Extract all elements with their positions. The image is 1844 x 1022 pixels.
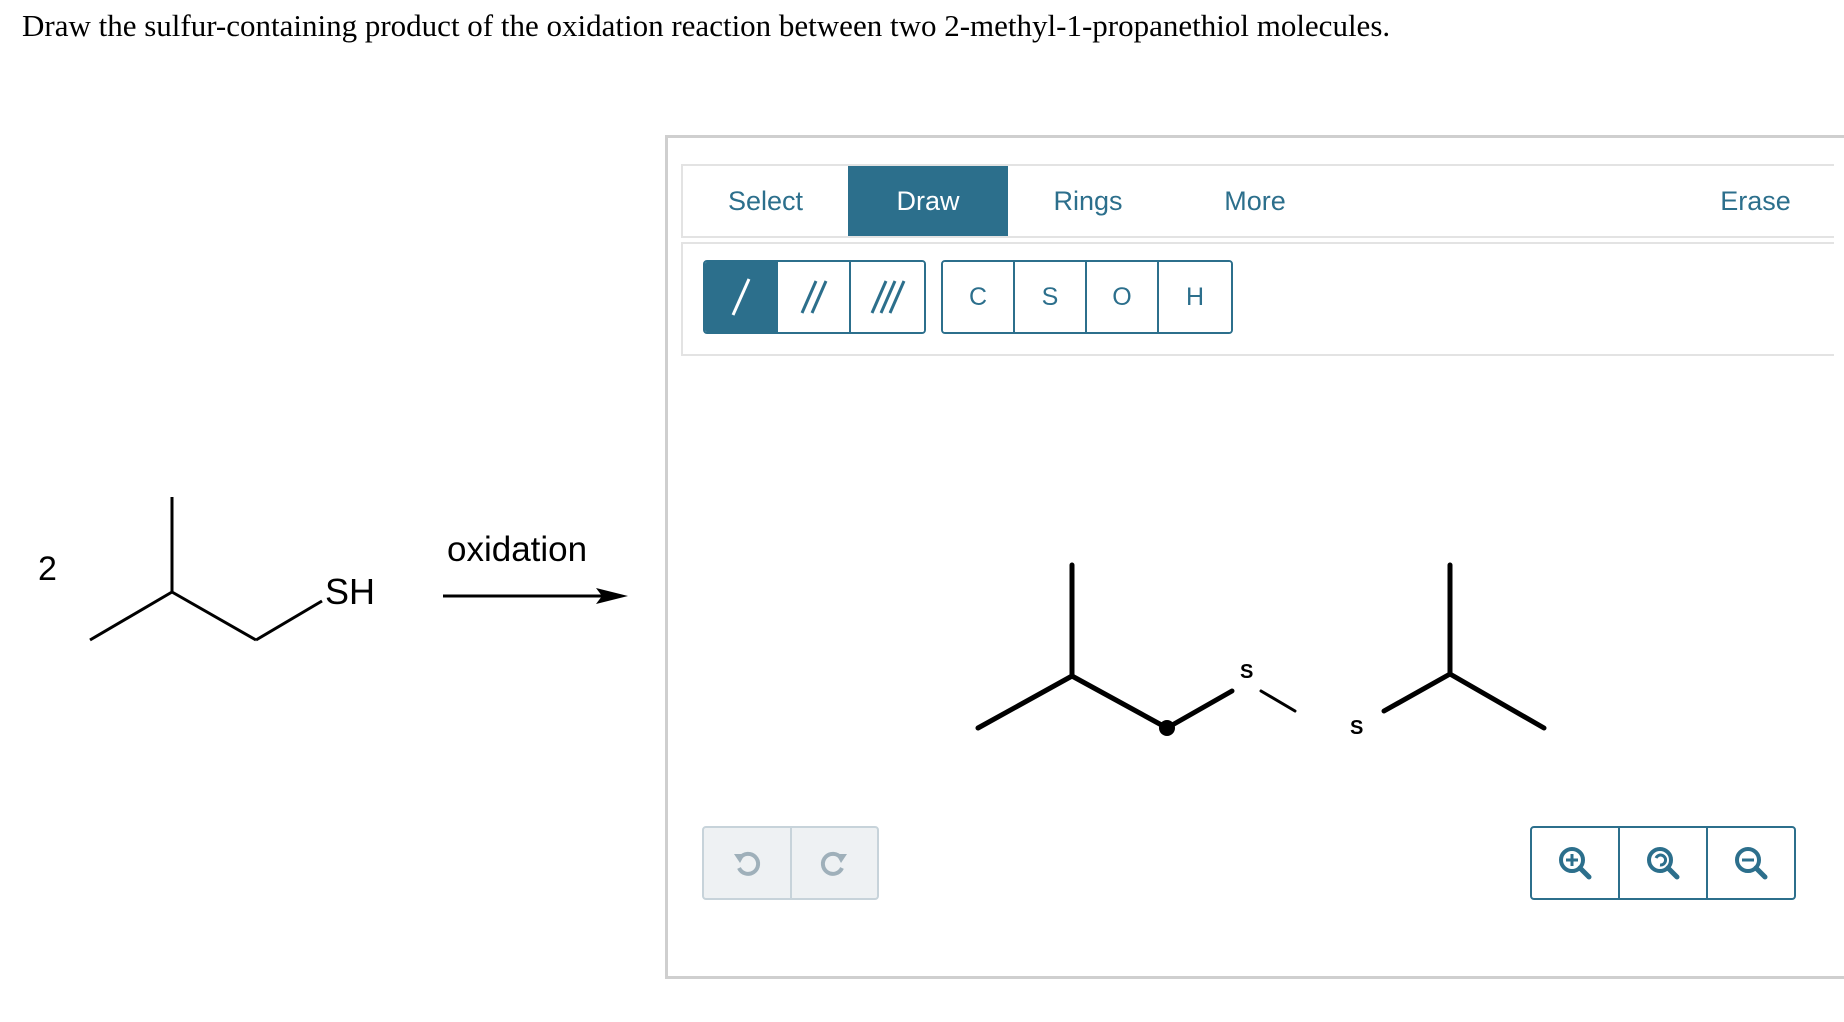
reactant-scheme: 2 SH oxidation — [38, 497, 628, 642]
zoom-reset-button[interactable] — [1620, 828, 1708, 898]
structure-editor: Select Draw Rings More Erase C S O H S S — [665, 135, 1844, 979]
history-controls — [702, 826, 879, 900]
c-s-bond — [255, 599, 323, 642]
canvas-atom-sulfur-2[interactable]: S — [1350, 717, 1363, 739]
zoom-reset-icon — [1647, 847, 1680, 880]
canvas-bond[interactable] — [975, 673, 1075, 731]
ch2-bond — [171, 590, 257, 642]
canvas-bond[interactable] — [1259, 689, 1297, 713]
undo-icon — [733, 851, 760, 876]
redo-button[interactable] — [792, 828, 878, 898]
canvas-bond[interactable] — [1069, 673, 1170, 731]
reaction-arrow — [443, 588, 628, 604]
canvas-bond[interactable] — [1447, 671, 1547, 731]
drawn-structure — [975, 562, 1547, 731]
canvas-bond[interactable] — [1381, 671, 1453, 714]
zoom-controls — [1530, 826, 1796, 900]
redo-icon — [821, 851, 848, 876]
reaction-condition-label: oxidation — [447, 530, 587, 569]
zoom-out-button[interactable] — [1708, 828, 1794, 898]
selected-atom-marker[interactable] — [1159, 720, 1175, 736]
stoichiometric-coefficient: 2 — [38, 550, 57, 588]
zoom-in-button[interactable] — [1532, 828, 1620, 898]
thiol-label: SH — [325, 571, 375, 612]
zoom-out-icon — [1735, 847, 1768, 880]
reactant-skeleton — [89, 497, 323, 642]
canvas-atom-sulfur-1[interactable]: S — [1240, 661, 1253, 683]
zoom-in-icon — [1559, 847, 1592, 880]
methyl-bond-left — [89, 590, 173, 642]
undo-button[interactable] — [704, 828, 792, 898]
canvas-bond[interactable] — [1164, 688, 1235, 731]
